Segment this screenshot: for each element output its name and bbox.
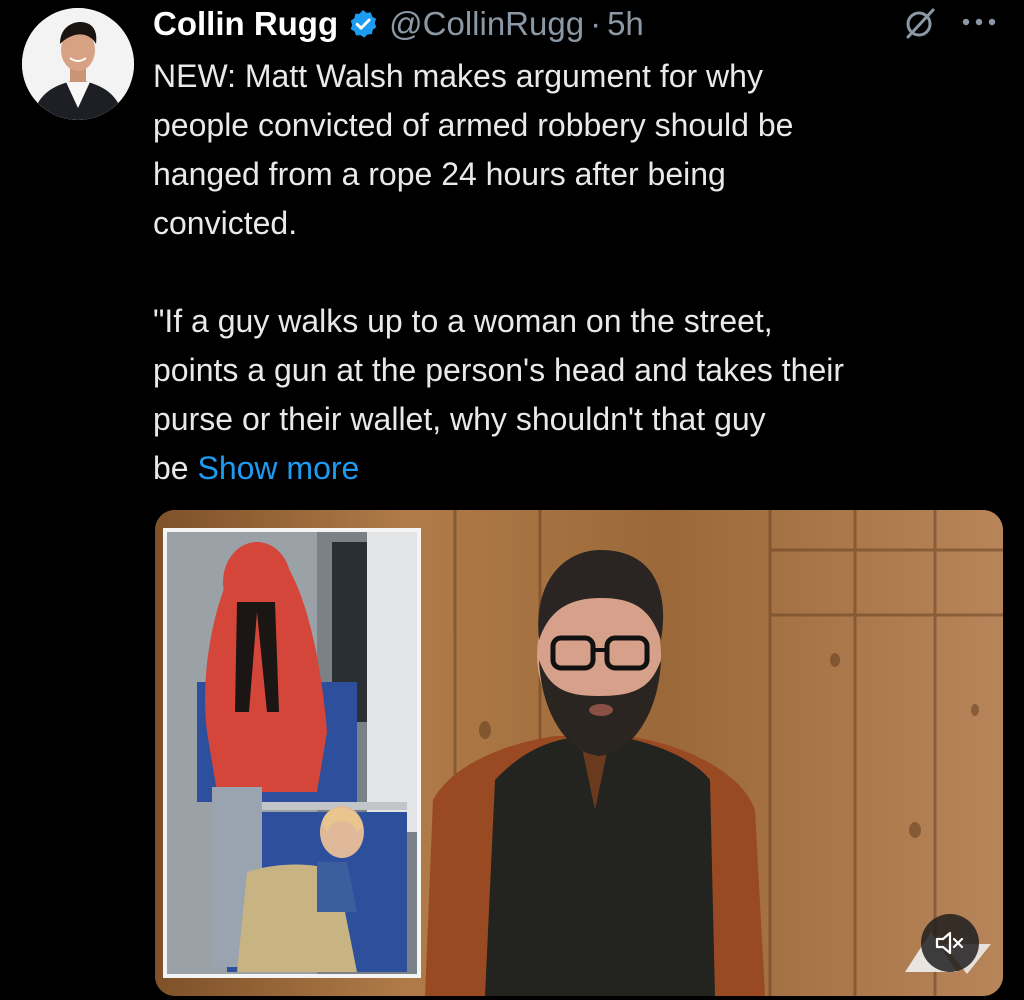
more-options-icon[interactable] [958, 12, 1000, 32]
verified-badge-icon[interactable] [347, 8, 379, 40]
author-avatar[interactable] [22, 8, 134, 120]
tweet-timestamp[interactable]: 5h [607, 5, 644, 43]
mute-toggle-button[interactable] [921, 914, 979, 972]
tweet-text-paragraph-2: "If a guy walks up to a woman on the str… [153, 297, 993, 493]
volume-muted-icon [935, 931, 964, 955]
tweet-text-paragraph-1: NEW: Matt Walsh makes argument for why p… [153, 58, 794, 241]
show-more-link[interactable]: Show more [197, 450, 359, 486]
author-name[interactable]: Collin Rugg [153, 5, 338, 43]
video-player[interactable] [155, 510, 1003, 996]
inset-video-frame [163, 528, 421, 978]
tweet-header: Collin Rugg @CollinRugg · 5h [153, 2, 644, 46]
author-handle[interactable]: @CollinRugg [389, 5, 584, 43]
separator-dot: · [590, 5, 602, 42]
tweet-text: NEW: Matt Walsh makes argument for why p… [153, 52, 993, 493]
grok-icon[interactable] [903, 6, 937, 40]
